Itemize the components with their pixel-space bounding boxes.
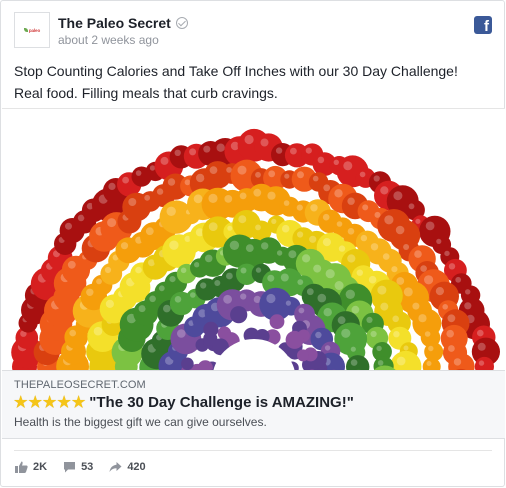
like-count: 2K bbox=[33, 461, 48, 473]
share-stat[interactable]: 420 bbox=[109, 461, 146, 473]
link-description: Health is the biggest gift we can give o… bbox=[14, 415, 267, 429]
page-name[interactable]: The Paleo Secret bbox=[58, 15, 171, 31]
divider bbox=[14, 450, 492, 451]
star-icon: ★ bbox=[71, 394, 86, 411]
star-icon: ★ bbox=[28, 394, 42, 411]
like-stat[interactable]: 2K bbox=[15, 461, 47, 473]
star-icon: ★ bbox=[14, 394, 28, 411]
link-domain: THEPALEOSECRET.COM bbox=[14, 379, 146, 391]
page-avatar[interactable]: paleo bbox=[14, 12, 50, 48]
rainbow-fruits-vegetables-image bbox=[11, 128, 500, 370]
facebook-icon[interactable]: f bbox=[474, 16, 492, 34]
leaf-icon bbox=[23, 28, 28, 32]
rating-stars: ★ ★ ★ ★ ★ bbox=[14, 395, 85, 410]
comment-icon bbox=[64, 462, 76, 473]
engagement-stats: 2K 53 420 bbox=[15, 461, 146, 473]
link-title-row: ★ ★ ★ ★ ★ "The 30 Day Challenge is AMAZING!" bbox=[14, 394, 354, 411]
thumbs-up-icon bbox=[15, 461, 28, 473]
post-timestamp[interactable]: about 2 weeks ago bbox=[58, 33, 159, 47]
star-icon: ★ bbox=[42, 394, 57, 411]
avatar-logo-text: paleo bbox=[28, 27, 41, 33]
post-line: Real food. Filling meals that curb cravi… bbox=[14, 85, 278, 101]
share-icon bbox=[109, 462, 122, 472]
page-name-row: The Paleo Secret bbox=[58, 15, 188, 31]
star-icon: ★ bbox=[57, 394, 71, 411]
post-card: paleo The Paleo Secret about 2 weeks ago… bbox=[0, 0, 505, 487]
post-header: paleo The Paleo Secret about 2 weeks ago… bbox=[14, 12, 492, 48]
post-message: Stop Counting Calories and Take Off Inch… bbox=[14, 60, 492, 104]
verified-check-icon bbox=[175, 17, 188, 29]
share-count: 420 bbox=[127, 461, 146, 473]
comment-stat[interactable]: 53 bbox=[63, 461, 93, 473]
comment-count: 53 bbox=[81, 461, 94, 473]
link-title: "The 30 Day Challenge is AMAZING!" bbox=[89, 394, 354, 411]
post-line: Stop Counting Calories and Take Off Inch… bbox=[14, 63, 458, 79]
post-image[interactable] bbox=[2, 108, 505, 370]
link-preview[interactable]: THEPALEOSECRET.COM ★ ★ ★ ★ ★ "The 30 Day Cha… bbox=[2, 370, 505, 439]
